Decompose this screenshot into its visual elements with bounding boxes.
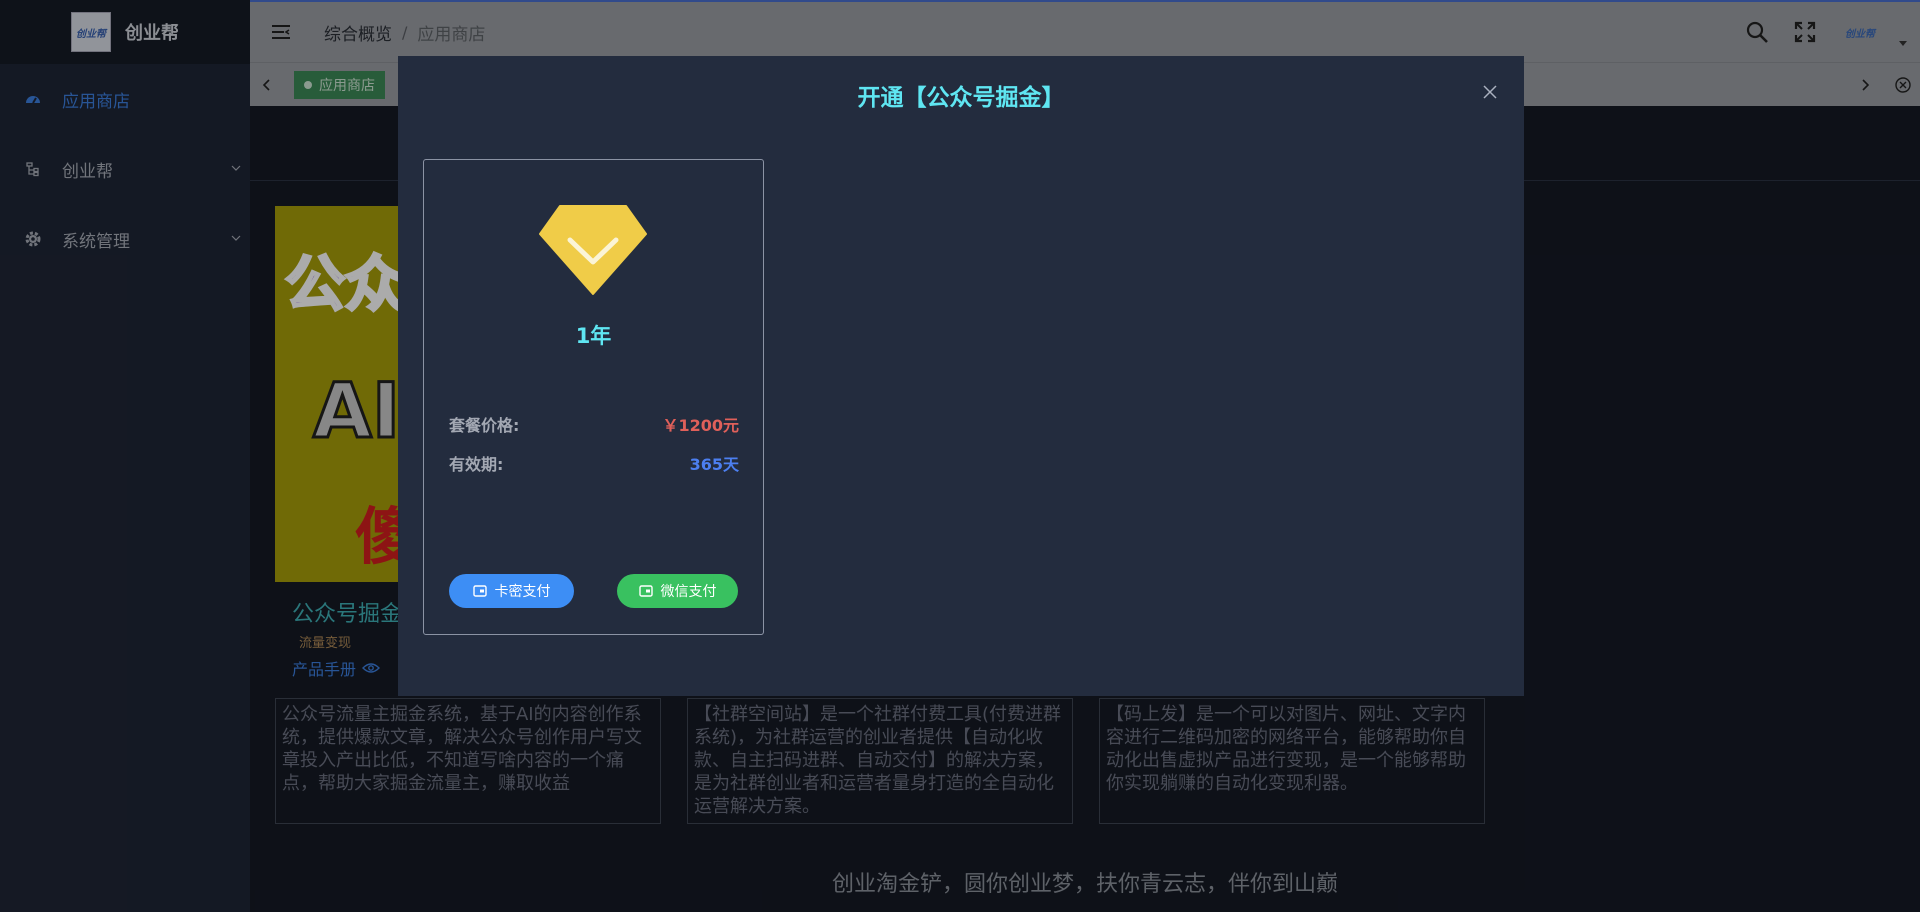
close-icon[interactable]	[1482, 84, 1498, 100]
price-label: 套餐价格:	[449, 416, 520, 435]
plan-card[interactable]: 1年 套餐价格: ￥1200元 有效期: 365天 卡密支付 微信支付	[423, 159, 764, 635]
subscribe-dialog: 开通【公众号掘金】 1年 套餐价格: ￥1200元 有效期: 365天 卡密支付…	[398, 56, 1524, 696]
validity-value: 365天	[689, 455, 739, 474]
price-value: ￥1200元	[662, 416, 739, 435]
plan-name: 1年	[575, 324, 612, 348]
wechat-pay-button[interactable]: 微信支付	[617, 574, 738, 608]
dialog-title: 开通【公众号掘金】	[857, 85, 1065, 111]
wechat-pay-label: 微信支付	[660, 584, 717, 600]
validity-label: 有效期:	[449, 455, 504, 474]
card-pay-label: 卡密支付	[494, 584, 551, 600]
validity-row: 有效期: 365天	[449, 451, 739, 475]
card-pay-button[interactable]: 卡密支付	[449, 574, 574, 608]
wallet-icon	[472, 585, 487, 597]
wallet-icon	[638, 585, 653, 597]
price-row: 套餐价格: ￥1200元	[449, 412, 739, 436]
diamond-icon	[539, 205, 647, 295]
